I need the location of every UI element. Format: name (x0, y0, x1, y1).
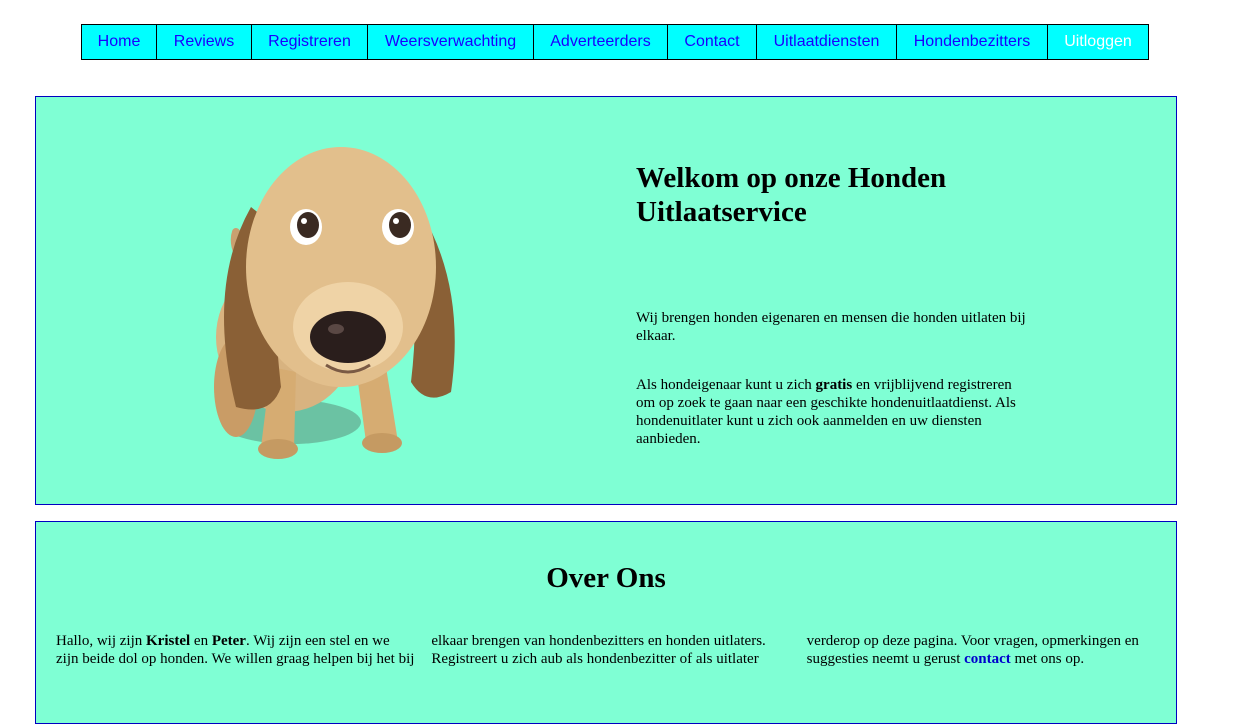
about-text-1: Hallo, wij zijn (56, 633, 146, 649)
hero-title: Welkom op onze Honden Uitlaatservice (636, 162, 947, 228)
nav-reviews[interactable]: Reviews (157, 25, 252, 59)
nav-uitlaatdiensten[interactable]: Uitlaatdiensten (757, 25, 897, 59)
hero-details: Als hondeigenaar kunt u zich gratis en v… (636, 376, 1016, 448)
hero-section: Welkom op onze Honden Uitlaatservice Wij… (35, 96, 1177, 505)
main-nav: Home Reviews Registreren Weersverwachtin… (81, 24, 1149, 60)
nav-home[interactable]: Home (82, 25, 157, 59)
name-kristel: Kristel (146, 633, 191, 649)
puppy-dog-image (214, 147, 455, 459)
hero-text: Welkom op onze Honden Uitlaatservice Wij… (636, 161, 1036, 447)
hero-intro: Wij brengen honden eigenaren en mensen d… (636, 310, 1026, 344)
about-section: Over Ons Hallo, wij zijn Kristel en Pete… (35, 521, 1177, 724)
name-peter: Peter (211, 633, 246, 649)
nav-contact[interactable]: Contact (668, 25, 757, 59)
nav-adverteerders[interactable]: Adverteerders (534, 25, 668, 59)
about-text: Hallo, wij zijn Kristel en Peter. Wij zi… (56, 632, 1166, 668)
nav-registreren[interactable]: Registreren (252, 25, 368, 59)
nav-weersverwachting[interactable]: Weersverwachting (368, 25, 534, 59)
nav-uitloggen[interactable]: Uitloggen (1048, 25, 1148, 59)
hero-details-bold: gratis (815, 377, 853, 393)
about-text-2: en (190, 633, 212, 649)
nav-hondenbezitters[interactable]: Hondenbezitters (897, 25, 1048, 59)
hero-details-text: Als hondeigenaar kunt u zich (636, 377, 816, 393)
about-text-4: met ons op. (1010, 651, 1085, 667)
about-title: Over Ons (546, 562, 666, 594)
contact-link[interactable]: contact (964, 651, 1011, 667)
